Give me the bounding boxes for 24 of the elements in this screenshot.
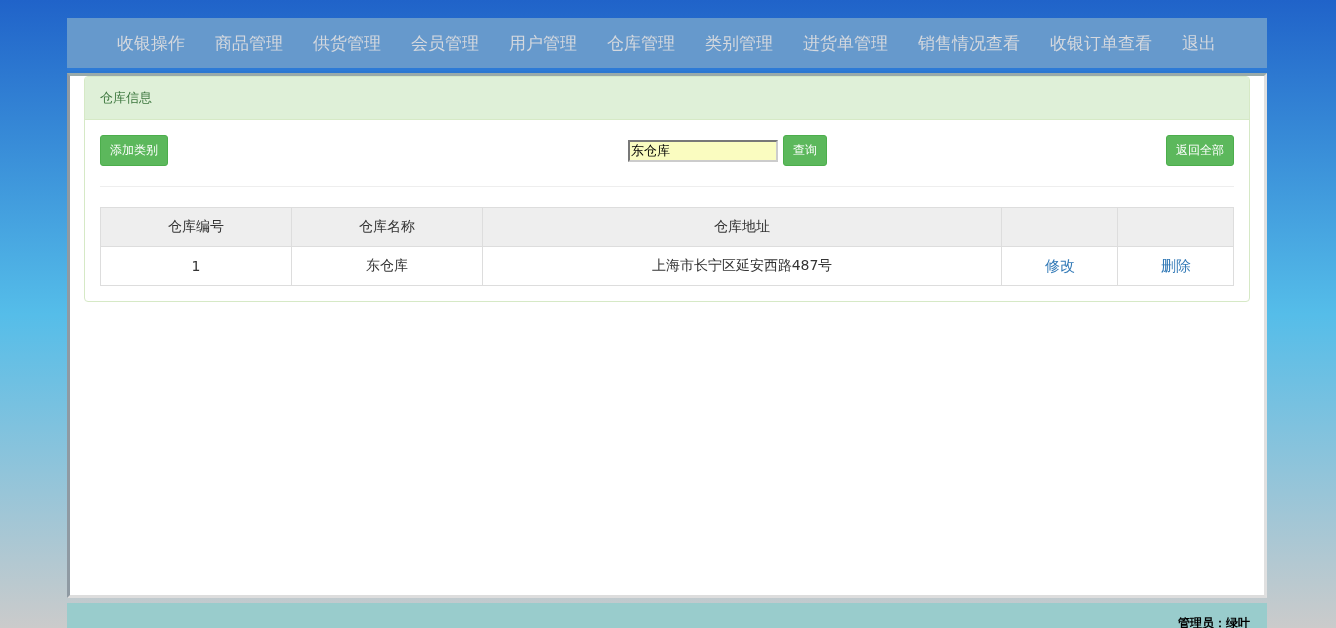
table-cell: 上海市长宁区延安西路487号	[482, 246, 1002, 286]
nav-link[interactable]: 商品管理	[200, 31, 298, 55]
nav-link[interactable]: 会员管理	[396, 31, 494, 55]
nav-link[interactable]: 类别管理	[690, 31, 788, 55]
search-button[interactable]: 查询	[782, 135, 827, 166]
table-cell: 1	[100, 246, 292, 286]
column-header: 仓库地址	[482, 207, 1002, 247]
nav-link[interactable]: 收银订单查看	[1035, 31, 1167, 55]
nav-link[interactable]: 退出	[1167, 31, 1231, 55]
action-link[interactable]: 删除	[1160, 256, 1191, 275]
column-header: 仓库编号	[100, 207, 292, 247]
nav-link[interactable]: 用户管理	[494, 31, 592, 55]
table-cell: 东仓库	[291, 246, 483, 286]
add-button[interactable]: 添加类别	[100, 135, 168, 166]
nav-link[interactable]: 收银操作	[102, 31, 200, 55]
nav-link[interactable]: 进货单管理	[788, 31, 903, 55]
nav-link[interactable]: 销售情况查看	[903, 31, 1035, 55]
nav-link[interactable]: 仓库管理	[592, 31, 690, 55]
action-link[interactable]: 修改	[1044, 256, 1075, 275]
search-field[interactable]: 东仓库	[627, 139, 778, 162]
column-header: 仓库名称	[291, 207, 483, 247]
nav-link[interactable]: 供货管理	[298, 31, 396, 55]
show-all-button[interactable]: 返回全部	[1166, 135, 1234, 166]
panel-title: 仓库信息	[100, 90, 152, 105]
